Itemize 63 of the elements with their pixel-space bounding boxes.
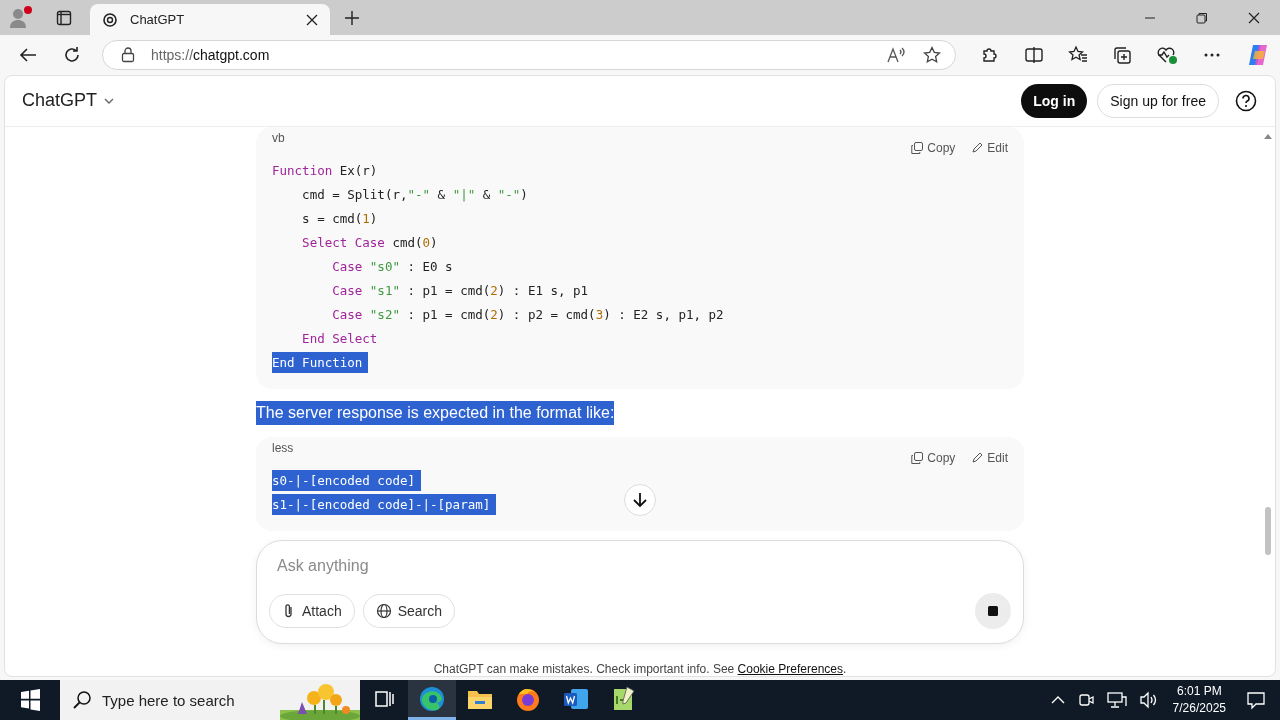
cookie-preferences-link[interactable]: Cookie Preferences xyxy=(737,662,843,676)
taskbar-search-field[interactable]: Type here to search xyxy=(60,680,360,720)
edit-button[interactable]: Edit xyxy=(971,450,1008,465)
code-line: s = cmd(1) xyxy=(301,210,379,229)
disclaimer-text: ChatGPT can make mistakes. Check important info. See Cookie Preferences. xyxy=(432,662,848,676)
scrollbar-thumb[interactable] xyxy=(1265,506,1271,555)
language-label: vb xyxy=(272,130,285,145)
split-screen-icon[interactable] xyxy=(1024,45,1044,65)
login-button[interactable]: Log in xyxy=(1021,83,1088,118)
message-input[interactable]: Ask anything xyxy=(269,552,585,579)
lock-icon xyxy=(121,47,135,63)
pencil-icon xyxy=(971,451,984,464)
copy-button[interactable]: Copy xyxy=(911,450,956,465)
globe-icon xyxy=(375,602,392,619)
close-window-icon[interactable] xyxy=(1248,11,1260,24)
meet-icon[interactable] xyxy=(1076,691,1095,709)
caret-up-icon[interactable] xyxy=(1050,695,1065,705)
read-aloud-icon[interactable] xyxy=(887,46,907,64)
code-line: cmd = Split(r,"-" & "|" & "-") xyxy=(301,186,529,205)
copilot-icon[interactable] xyxy=(1246,43,1270,67)
attach-button[interactable]: Attach xyxy=(269,593,355,628)
favorites-icon[interactable] xyxy=(1068,45,1088,65)
refresh-icon[interactable] xyxy=(62,45,82,65)
collections-icon[interactable] xyxy=(1112,45,1132,65)
tab-actions-icon[interactable] xyxy=(56,9,72,26)
clock-date[interactable]: 7/26/2025 xyxy=(1172,700,1226,717)
help-icon[interactable] xyxy=(1235,89,1257,112)
copy-icon xyxy=(911,141,924,154)
copy-icon xyxy=(911,451,924,464)
search-button[interactable]: Search xyxy=(362,593,456,628)
restore-icon[interactable] xyxy=(1196,11,1208,24)
search-icon xyxy=(72,690,92,710)
health-icon[interactable] xyxy=(1156,45,1178,65)
message-text: The server response is expected in the format like: xyxy=(256,400,615,425)
close-icon[interactable] xyxy=(306,13,318,26)
signup-button[interactable]: Sign up for free xyxy=(1097,83,1219,118)
notification-icon[interactable] xyxy=(1246,690,1266,710)
code-line: End Select xyxy=(301,330,379,349)
wave-app-icon[interactable] xyxy=(408,680,456,720)
code-line: Function Ex(r) xyxy=(272,162,379,181)
url-text: https://chatgpt.com xyxy=(151,47,270,63)
stop-button[interactable] xyxy=(975,592,1011,629)
code-line: Select Case cmd(0) xyxy=(301,234,439,253)
code-line: Case "s2" : p1 = cmd(2) : p2 = cmd(3) : E2 s, p1, p2 xyxy=(331,306,725,325)
network-icon[interactable] xyxy=(1106,691,1127,709)
code-line: Case "s1" : p1 = cmd(2) : E1 s, p1 xyxy=(331,282,590,301)
pencil-icon xyxy=(971,141,984,154)
puzzle-icon[interactable] xyxy=(980,45,1000,65)
address-bar[interactable]: https://chatgpt.com xyxy=(102,40,956,70)
model-selector[interactable]: ChatGPT xyxy=(22,90,116,112)
new-tab-icon[interactable] xyxy=(344,9,360,26)
scroll-up-icon[interactable] xyxy=(1264,132,1272,139)
arrow-down-icon xyxy=(633,491,647,508)
edit-button[interactable]: Edit xyxy=(971,140,1008,155)
star-icon[interactable] xyxy=(923,46,941,64)
volume-icon[interactable] xyxy=(1138,691,1159,709)
stop-icon xyxy=(987,604,999,617)
profile-icon[interactable] xyxy=(8,4,34,31)
code-line: Case "s0" : E0 s xyxy=(331,258,454,277)
browser-tab[interactable]: ChatGPT xyxy=(90,4,330,35)
clock-time[interactable]: 6:01 PM xyxy=(1176,683,1222,700)
language-label: less xyxy=(272,440,294,455)
copy-button[interactable]: Copy xyxy=(911,140,956,155)
